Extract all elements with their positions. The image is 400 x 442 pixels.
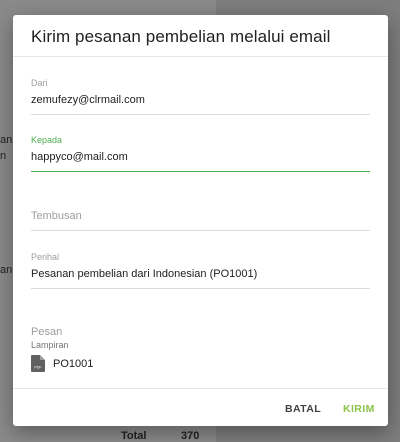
cc-underline xyxy=(31,230,370,231)
email-dialog: Kirim pesanan pembelian melalui email Da… xyxy=(13,15,388,426)
subject-value[interactable]: Pesanan pembelian dari Indonesian (PO100… xyxy=(31,268,370,280)
svg-text:PDF: PDF xyxy=(34,366,42,370)
pdf-file-icon: PDF xyxy=(31,355,45,372)
from-label: Dari xyxy=(31,78,48,88)
cc-placeholder[interactable]: Tembusan xyxy=(31,210,370,222)
to-value[interactable]: happyco@mail.com xyxy=(31,151,370,163)
from-field[interactable]: Dari zemufezy@clrmail.com xyxy=(31,78,370,115)
background-total-value: 370 xyxy=(181,430,200,442)
background-text: an xyxy=(0,264,13,276)
dialog-title: Kirim pesanan pembelian melalui email xyxy=(31,27,331,46)
cc-field[interactable]: Tembusan xyxy=(31,210,370,231)
from-underline xyxy=(31,114,370,115)
subject-field[interactable]: Perihal Pesanan pembelian dari Indonesia… xyxy=(31,252,370,289)
to-field[interactable]: Kepada happyco@mail.com xyxy=(31,135,370,172)
cancel-button[interactable]: BATAL xyxy=(281,401,325,417)
from-value[interactable]: zemufezy@clrmail.com xyxy=(31,94,370,106)
to-label: Kepada xyxy=(31,135,63,145)
subject-underline xyxy=(31,288,370,289)
background-total-label: Total xyxy=(121,430,147,442)
to-underline xyxy=(31,171,370,172)
message-field[interactable]: Pesan xyxy=(31,326,62,338)
attachments-label: Lampiran xyxy=(31,340,69,350)
send-button[interactable]: KIRIM xyxy=(339,401,379,417)
divider xyxy=(13,56,388,57)
divider xyxy=(13,388,388,389)
background-text: n xyxy=(0,150,7,162)
subject-label: Perihal xyxy=(31,252,60,262)
attachment-name: PO1001 xyxy=(53,357,94,370)
attachment-item[interactable]: PDF PO1001 xyxy=(31,355,93,372)
